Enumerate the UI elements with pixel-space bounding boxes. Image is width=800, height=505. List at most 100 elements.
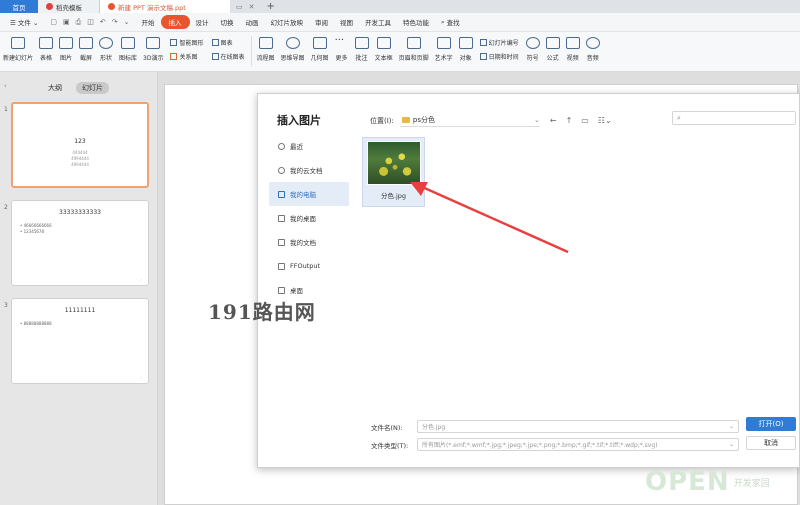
open-button[interactable]: 打开(O) (746, 417, 796, 431)
sidebar-item-label: 最近 (290, 143, 303, 151)
sidebar-item-ffoutput[interactable]: FFOutput (269, 254, 349, 278)
chart-button[interactable]: 图表 (211, 38, 245, 47)
preview-icon[interactable]: ◫ (87, 18, 94, 27)
filetype-select[interactable]: 所有图片(*.emf;*.wmf;*.jpg;*.jpeg;*.jpe;*.pn… (417, 438, 739, 451)
menu-insert[interactable]: 插入 (160, 15, 190, 29)
dialog-sidebar: 最近 我的云文档 我的电脑 我的桌面 我的文档 FFOutput 桌面 (269, 134, 349, 302)
audio-button[interactable]: 音频 (583, 36, 603, 62)
tab-bar: 首页 稻壳模板 新建 PPT 演示文稿.ppt ▭ ✕ + (0, 0, 800, 13)
3d-label: 3D演示 (143, 55, 164, 62)
insert-picture-dialog: 插入图片 位置(I): ps分色 ⌄ ← ↑ ▭ ☷⌄ ⌕ 最近 我的云文档 我… (257, 93, 800, 468)
menu-slideshow[interactable]: 幻灯片放映 (265, 17, 310, 27)
sidebar-item-cloud[interactable]: 我的云文档 (269, 158, 349, 182)
relation-button[interactable]: 关系图 (170, 52, 203, 61)
filename-row: 文件名(N): 分色.jpg ⌄ (371, 420, 739, 433)
dialog-search-input[interactable]: ⌕ (672, 111, 796, 125)
cloud-icon (278, 166, 285, 174)
sidebar-item-recent[interactable]: 最近 (269, 134, 349, 158)
header-footer-button[interactable]: 页眉和页脚 (396, 36, 432, 62)
textbox-button[interactable]: 文本框 (372, 36, 396, 62)
new-tab-icon[interactable]: + (255, 0, 275, 13)
new-folder-icon[interactable]: ▭ (581, 116, 589, 125)
mindmap-button[interactable]: 思维导图 (278, 36, 308, 62)
flowchart-button[interactable]: 流程图 (254, 36, 278, 62)
search-box[interactable]: ⌕ 查找 (435, 17, 460, 28)
video-button[interactable]: 视频 (563, 36, 583, 62)
computer-icon (278, 190, 285, 198)
up-icon[interactable]: ↑ (566, 116, 573, 125)
watermark-logo-subtext: 开发家园 (733, 478, 770, 489)
redo-icon[interactable]: ↷ (112, 18, 118, 27)
menu-features[interactable]: 特色功能 (397, 17, 435, 27)
ribbon-divider (250, 36, 252, 66)
menu-start[interactable]: 开始 (136, 17, 161, 27)
picture-button[interactable]: 图片 (56, 36, 76, 62)
object-label: 对象 (459, 55, 472, 62)
panel-tabs: 大纲 幻灯片 (0, 72, 157, 94)
slide-title: 123 (74, 138, 86, 145)
datetime-button[interactable]: 日期和时间 (479, 52, 519, 61)
geometry-label: 几何图 (310, 55, 329, 62)
chart-label: 图表 (220, 40, 233, 47)
3d-button[interactable]: 3D演示 (140, 36, 166, 62)
filename-input[interactable]: 分色.jpg ⌄ (417, 420, 739, 433)
slide-bullet: • 12345678 (20, 229, 44, 234)
view-mode-icon[interactable]: ☷⌄ (598, 116, 612, 125)
menu-developer[interactable]: 开发工具 (359, 17, 397, 27)
menu-view[interactable]: 视图 (334, 17, 359, 27)
tab-template[interactable]: 稻壳模板 (38, 0, 100, 13)
back-icon[interactable]: ← (550, 116, 557, 125)
print-icon[interactable]: ⎙ (76, 18, 82, 27)
online-chart-label: 在线图表 (220, 54, 245, 61)
tab-outline[interactable]: 大纲 (48, 83, 62, 93)
open-icon[interactable]: ▢ (50, 18, 57, 27)
tab-document[interactable]: 新建 PPT 演示文稿.ppt (100, 0, 230, 13)
slide-thumbnail-3[interactable]: 11111111 • 88888888888 ⌟ (11, 298, 149, 384)
folder-icon (278, 286, 285, 294)
undo-icon[interactable]: ↶ (100, 18, 106, 27)
slide-number-button[interactable]: 幻灯片编号 (479, 38, 519, 47)
window-icon[interactable]: ▭ (236, 3, 243, 11)
shape-button[interactable]: 形状 (96, 36, 116, 62)
comment-button[interactable]: 批注 (352, 36, 372, 62)
search-icon: ⌕ (441, 17, 445, 26)
file-menu[interactable]: ☰ 文件 ⌄ (4, 17, 44, 27)
cancel-button[interactable]: 取消 (746, 436, 796, 450)
save-icon[interactable]: ▣ (63, 18, 70, 27)
slide-thumbnail-1[interactable]: 123 444444 4994444 4994444 (11, 102, 149, 188)
online-chart-button[interactable]: 在线图表 (211, 52, 245, 61)
smart-shape-button[interactable]: 智能图形 (170, 38, 204, 47)
menu-animation[interactable]: 动画 (240, 17, 265, 27)
image-thumbnail (367, 141, 421, 185)
location-dropdown[interactable]: ps分色 ⌄ (399, 114, 540, 127)
formula-label: 公式 (546, 55, 559, 62)
tab-home[interactable]: 首页 (0, 0, 38, 13)
table-button[interactable]: 表格 (36, 36, 56, 62)
dropdown-icon[interactable]: ⌄ (124, 18, 130, 27)
sidebar-item-computer[interactable]: 我的电脑 (269, 182, 349, 206)
menu-review[interactable]: 审阅 (309, 17, 334, 27)
menu-design[interactable]: 设计 (190, 17, 215, 27)
more-button[interactable]: ··· 更多 (332, 36, 352, 63)
table-icon (39, 37, 54, 49)
sidebar-item-desktop[interactable]: 我的桌面 (269, 206, 349, 230)
geometry-button[interactable]: 几何图 (308, 36, 332, 62)
file-item[interactable]: 分色.jpg (362, 137, 425, 207)
new-slide-button[interactable]: 新建幻灯片 (0, 36, 36, 62)
wordart-button[interactable]: 艺术字 (432, 36, 456, 62)
wordart-label: 艺术字 (434, 55, 453, 62)
slide-thumbnail-2[interactable]: 33333333333 • 46666666666 • 12345678 ⌟ (11, 200, 149, 286)
object-button[interactable]: 对象 (456, 36, 476, 62)
smart-shape-group: 智能图形 关系图 (166, 36, 207, 61)
sidebar-item-documents[interactable]: 我的文档 (269, 230, 349, 254)
comment-label: 批注 (355, 55, 368, 62)
slide-text-line: 4994444 (71, 156, 89, 161)
formula-button[interactable]: 公式 (543, 36, 563, 62)
collapse-icon[interactable]: ‹ (4, 82, 7, 90)
slide-number-icon (479, 39, 487, 46)
screenshot-button[interactable]: 截屏 (76, 36, 96, 62)
symbol-button[interactable]: 符号 (523, 36, 543, 62)
tab-slides[interactable]: 幻灯片 (76, 82, 109, 94)
icon-library-button[interactable]: 图标库 (116, 36, 140, 62)
menu-transition[interactable]: 切换 (215, 17, 240, 27)
